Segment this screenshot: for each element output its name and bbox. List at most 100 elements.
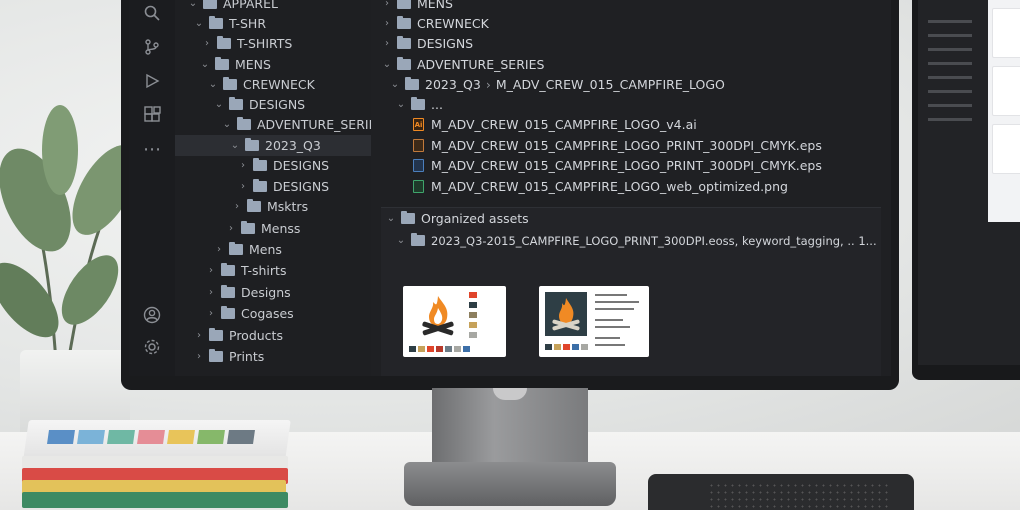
chevron-down-icon: ⌄	[386, 213, 396, 224]
folder-label: CREWNECK	[417, 16, 489, 31]
chevron-right-icon: ›	[209, 308, 213, 319]
campfire-logo	[422, 296, 454, 336]
tree-item[interactable]: › Designs	[205, 282, 291, 303]
tree-item[interactable]: › Products	[193, 325, 283, 346]
tree-item-selected[interactable]: ⌄ 2023_Q3	[175, 135, 371, 156]
organized-assets-header[interactable]: ⌄ Organized assets	[385, 208, 529, 229]
settings-icon[interactable]	[141, 336, 163, 358]
folder-row[interactable]: ⌄...	[395, 94, 443, 115]
folder-row[interactable]: › DESIGNS	[381, 33, 473, 54]
folder-icon	[217, 36, 231, 49]
file-row[interactable]: M_ADV_CREW_015_CAMPFIRE_LOGO_web_optimiz…	[407, 176, 788, 197]
account-icon[interactable]	[141, 304, 163, 326]
tree-item-label: MENS	[235, 57, 271, 72]
monitor-stand-base	[404, 462, 616, 506]
folder-icon	[209, 349, 223, 362]
tree-item[interactable]: › DESIGNS	[237, 176, 329, 197]
chevron-right-icon: ›	[209, 287, 213, 298]
folder-label: ADVENTURE_SERIES	[417, 57, 545, 72]
campfire-logo	[552, 298, 580, 331]
tree-item-label: CREWNECK	[243, 77, 315, 92]
secondary-screen	[918, 0, 1020, 365]
chevron-down-icon: ⌄	[188, 0, 198, 9]
more-icon[interactable]: ⋯	[141, 138, 163, 160]
chevron-down-icon: ⌄	[214, 99, 224, 110]
folder-icon	[397, 0, 411, 9]
chevron-down-icon: ⌄	[390, 79, 400, 90]
folder-row[interactable]: ⌄ ADVENTURE_SERIES	[381, 54, 544, 75]
file-name: M_ADV_CREW_015_CAMPFIRE_LOGO_PRINT_300DP…	[431, 138, 822, 153]
folder-icon	[397, 16, 411, 29]
chevron-down-icon: ⌄	[200, 59, 210, 70]
tree-item-label: Designs	[241, 285, 291, 300]
chevron-down-icon: ⌄	[396, 235, 406, 246]
folder-icon	[229, 242, 243, 255]
tree-item-label: T-shirts	[241, 263, 287, 278]
color-swatch-row	[409, 346, 470, 352]
file-row[interactable]: Ai M_ADV_CREW_015_CAMPFIRE_LOGO_v4.ai	[407, 114, 697, 135]
folder-icon	[253, 158, 267, 171]
tree-item[interactable]: › Mens	[213, 239, 282, 260]
chevron-right-icon: ›	[241, 181, 245, 192]
folder-icon	[221, 285, 235, 298]
organized-assets-item[interactable]: ⌄ 2023_Q3-2015_CAMPFIRE_LOGO_PRINT_300DPI…	[395, 230, 877, 251]
logo-spec-thumbnail[interactable]	[539, 286, 649, 357]
tree-item[interactable]: › Cogases	[205, 303, 294, 324]
chevron-down-icon: ⌄	[382, 59, 392, 70]
tree-item[interactable]: › Menss	[225, 218, 300, 239]
folder-row[interactable]: › MENS	[381, 0, 453, 14]
tree-item[interactable]: › Prints	[193, 346, 264, 367]
file-row[interactable]: M_ADV_CREW_015_CAMPFIRE_LOGO_PRINT_300DP…	[407, 135, 822, 156]
extensions-icon[interactable]	[141, 104, 163, 126]
folder-icon	[203, 0, 217, 9]
tree-item[interactable]: ⌄ MENS	[199, 54, 271, 75]
folder-icon	[397, 57, 411, 70]
tree-item-label: 2023_Q3	[265, 138, 321, 153]
chevron-down-icon: ⌄	[208, 79, 218, 90]
tree-item-label: T-SHR	[229, 16, 267, 31]
tree-item[interactable]: ⌄ DESIGNS	[213, 94, 305, 115]
folder-icon	[411, 233, 425, 246]
folder-icon	[401, 211, 415, 224]
folder-icon	[221, 263, 235, 276]
breadcrumb-item[interactable]: M_ADV_CREW_015_CAMPFIRE_LOGO	[496, 77, 725, 92]
tree-item[interactable]: › T-shirts	[205, 260, 286, 281]
tree-item-label: Cogases	[241, 306, 294, 321]
tree-item[interactable]: ⌄ APPAREL	[187, 0, 278, 14]
chevron-right-icon: ›	[229, 223, 233, 234]
tree-item-label: DESIGNS	[273, 158, 330, 173]
chevron-right-icon: ›	[209, 265, 213, 276]
folder-label: DESIGNS	[417, 36, 474, 51]
logo-thumbnail[interactable]	[403, 286, 506, 357]
folder-icon	[253, 179, 267, 192]
chevron-right-icon: ›	[241, 160, 245, 171]
chevron-right-icon: ›	[197, 351, 201, 362]
tree-item[interactable]: › DESIGNS	[237, 155, 329, 176]
spec-text-block	[595, 294, 641, 346]
source-control-icon[interactable]	[141, 36, 163, 58]
tree-item[interactable]: › Msktrs	[231, 196, 308, 217]
search-icon[interactable]	[141, 2, 163, 24]
folder-icon	[411, 97, 425, 110]
secondary-card	[992, 8, 1020, 58]
tree-item[interactable]: ⌄ T-SHR	[193, 13, 266, 34]
tree-item[interactable]: ⌄ ADVENTURE_SERIES	[221, 114, 384, 135]
breadcrumb-item[interactable]: 2023_Q3	[425, 77, 481, 92]
book-spine	[22, 492, 288, 508]
tree-item-label: DESIGNS	[249, 97, 306, 112]
folder-label: MENS	[417, 0, 453, 11]
drawing-tablet	[648, 474, 914, 510]
folder-icon	[237, 117, 251, 130]
chevron-right-icon: ›	[205, 38, 209, 49]
folder-row[interactable]: › CREWNECK	[381, 13, 489, 34]
breadcrumb[interactable]: ⌄ 2023_Q3 › M_ADV_CREW_015_CAMPFIRE_LOGO	[389, 74, 725, 95]
run-debug-icon[interactable]	[141, 70, 163, 92]
eps-file-icon	[413, 159, 424, 172]
chevron-right-icon: ›	[235, 201, 239, 212]
tree-item[interactable]: ⌄ CREWNECK	[207, 74, 315, 95]
tree-item[interactable]: › T-SHIRTS	[201, 33, 292, 54]
organized-assets-label: Organized assets	[421, 211, 529, 226]
ellipsis-label: ...	[431, 97, 443, 112]
file-row[interactable]: M_ADV_CREW_015_CAMPFIRE_LOGO_PRINT_300DP…	[407, 155, 822, 176]
monitor-stand	[432, 388, 588, 470]
